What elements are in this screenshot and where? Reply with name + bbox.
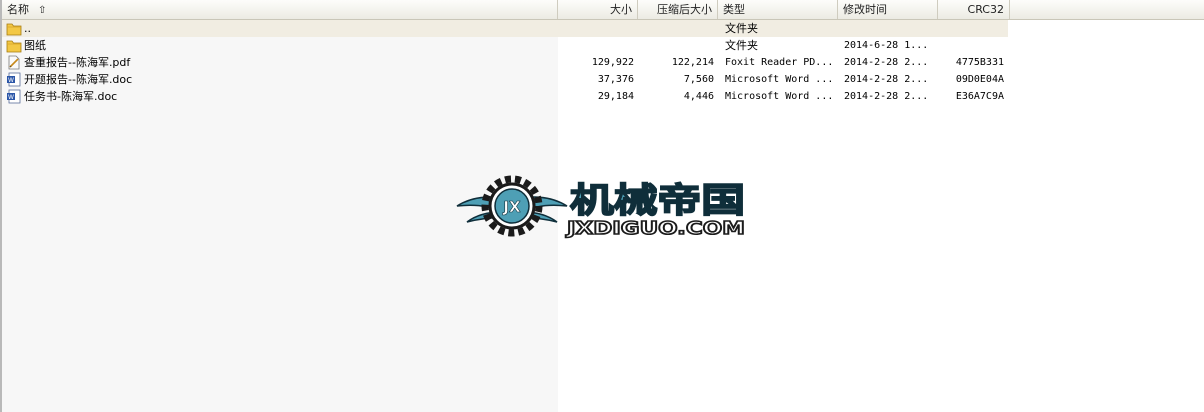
file-modified xyxy=(844,20,936,37)
file-name: .. xyxy=(24,22,31,35)
folder-up-icon xyxy=(6,23,22,36)
file-crc32: 09D0E04A xyxy=(955,74,1004,85)
file-row[interactable]: W 任务书-陈海军.doc 29,184 4,446 Microsoft Wor… xyxy=(2,88,1008,105)
file-size: 37,376 xyxy=(597,74,634,85)
svg-text:W: W xyxy=(8,94,14,101)
header-packed-size[interactable]: 压缩后大小 xyxy=(638,0,718,19)
file-type: 文件夹 xyxy=(725,39,758,52)
header-name[interactable]: 名称 ⇧ xyxy=(2,0,558,19)
pdf-file-icon xyxy=(8,55,20,70)
file-modified: 2014-2-28 2... xyxy=(844,57,929,68)
file-packed-size: 122,214 xyxy=(671,57,714,68)
watermark-logo: JX 机械帝国 JXDIGUO.COM xyxy=(456,175,746,240)
file-row[interactable]: 图纸 文件夹 2014-6-28 1... xyxy=(2,37,1008,54)
file-row[interactable]: 查重报告--陈海军.pdf 129,922 122,214 Foxit Read… xyxy=(2,54,1008,71)
file-modified: 2014-2-28 2... xyxy=(844,91,929,102)
column-header: 名称 ⇧ 大小 压缩后大小 类型 修改时间 CRC32 xyxy=(2,0,1204,20)
file-name: 任务书-陈海军.doc xyxy=(24,90,118,103)
file-crc32 xyxy=(942,37,1004,54)
word-doc-icon: W xyxy=(7,72,21,87)
header-crc32[interactable]: CRC32 xyxy=(938,0,1010,19)
file-type: Foxit Reader PD... xyxy=(725,57,834,68)
sort-ascending-icon: ⇧ xyxy=(38,5,47,16)
file-packed-size: 4,446 xyxy=(683,91,714,102)
header-modified[interactable]: 修改时间 xyxy=(838,0,938,19)
file-name: 查重报告--陈海军.pdf xyxy=(24,56,131,69)
watermark-emblem: JX xyxy=(502,198,521,216)
file-size xyxy=(542,37,634,54)
file-modified: 2014-6-28 1... xyxy=(844,40,929,51)
file-type: Microsoft Word ... xyxy=(725,74,834,85)
file-row-parent[interactable]: .. 文件夹 xyxy=(2,20,1008,37)
file-crc32: E36A7C9A xyxy=(955,91,1004,102)
file-size: 129,922 xyxy=(591,57,634,68)
header-size[interactable]: 大小 xyxy=(558,0,638,19)
file-size: 29,184 xyxy=(597,91,634,102)
file-name: 图纸 xyxy=(24,39,46,52)
file-type: 文件夹 xyxy=(725,22,758,35)
file-size xyxy=(542,20,634,37)
header-type[interactable]: 类型 xyxy=(718,0,838,19)
file-packed-size xyxy=(632,20,714,37)
file-packed-size xyxy=(632,37,714,54)
folder-icon xyxy=(6,40,22,53)
file-row[interactable]: W 开题报告--陈海军.doc 37,376 7,560 Microsoft W… xyxy=(2,71,1008,88)
file-name: 开题报告--陈海军.doc xyxy=(24,73,133,86)
file-modified: 2014-2-28 2... xyxy=(844,74,929,85)
file-crc32: 4775B331 xyxy=(955,57,1004,68)
file-type: Microsoft Word ... xyxy=(725,91,834,102)
word-doc-icon: W xyxy=(7,89,21,104)
file-crc32 xyxy=(942,20,1004,37)
watermark-url: JXDIGUO.COM xyxy=(564,218,745,239)
svg-text:W: W xyxy=(8,77,14,84)
watermark-title: 机械帝国 xyxy=(570,181,745,221)
header-name-label: 名称 xyxy=(7,3,29,16)
file-packed-size: 7,560 xyxy=(683,74,714,85)
